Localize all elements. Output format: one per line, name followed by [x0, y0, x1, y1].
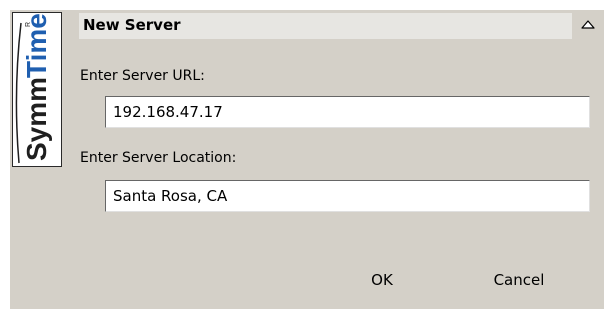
symmtime-logo-graphic: Symm Time R — [15, 13, 52, 164]
ok-button[interactable]: OK — [360, 267, 404, 293]
server-url-input[interactable] — [105, 96, 590, 128]
svg-text:R: R — [25, 22, 32, 27]
svg-text:Symm: Symm — [21, 77, 52, 161]
server-location-label: Enter Server Location: — [80, 150, 237, 166]
cancel-button[interactable]: Cancel — [484, 267, 554, 293]
server-url-label: Enter Server URL: — [80, 68, 205, 84]
symmtime-logo: Symm Time R — [12, 12, 62, 167]
server-location-input[interactable] — [105, 180, 590, 212]
dialog-title: New Server — [83, 16, 181, 34]
collapse-up-icon[interactable] — [578, 15, 598, 35]
